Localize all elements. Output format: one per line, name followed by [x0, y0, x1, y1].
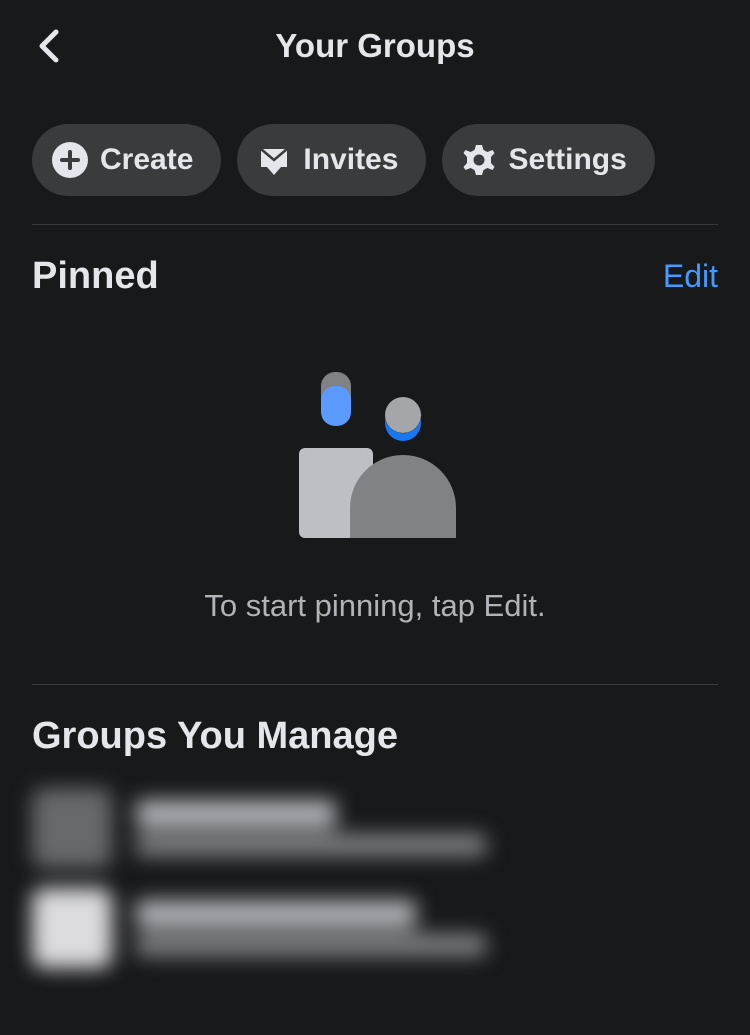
group-list-item[interactable]	[32, 878, 718, 978]
pinned-empty-text: To start pinning, tap Edit.	[204, 588, 545, 624]
create-button[interactable]: Create	[32, 124, 221, 196]
header: Your Groups	[0, 0, 750, 92]
group-meta	[136, 934, 486, 956]
create-label: Create	[100, 143, 193, 177]
back-button[interactable]	[28, 26, 68, 66]
edit-button[interactable]: Edit	[663, 258, 718, 295]
invites-label: Invites	[303, 143, 398, 177]
invites-button[interactable]: Invites	[237, 124, 426, 196]
groups-you-manage-section: Groups You Manage	[32, 685, 718, 978]
plus-icon	[52, 142, 88, 178]
invites-icon	[257, 143, 291, 177]
group-name	[136, 800, 336, 828]
group-info	[136, 800, 486, 856]
page-title: Your Groups	[0, 27, 750, 65]
pinned-section-header: Pinned Edit	[32, 225, 718, 298]
group-info	[136, 900, 486, 956]
group-name	[136, 900, 416, 928]
chevron-left-icon	[36, 28, 60, 64]
people-icon	[285, 368, 465, 548]
pinned-title: Pinned	[32, 255, 159, 298]
group-list-item[interactable]	[32, 778, 718, 878]
groups-manage-title: Groups You Manage	[32, 715, 718, 758]
group-meta	[136, 834, 486, 856]
pinned-empty-state: To start pinning, tap Edit.	[32, 298, 718, 685]
settings-label: Settings	[508, 143, 626, 177]
settings-button[interactable]: Settings	[442, 124, 654, 196]
group-avatar	[32, 788, 112, 868]
group-avatar	[32, 888, 112, 968]
gear-icon	[462, 143, 496, 177]
action-pill-row: Create Invites Settings	[32, 92, 718, 225]
